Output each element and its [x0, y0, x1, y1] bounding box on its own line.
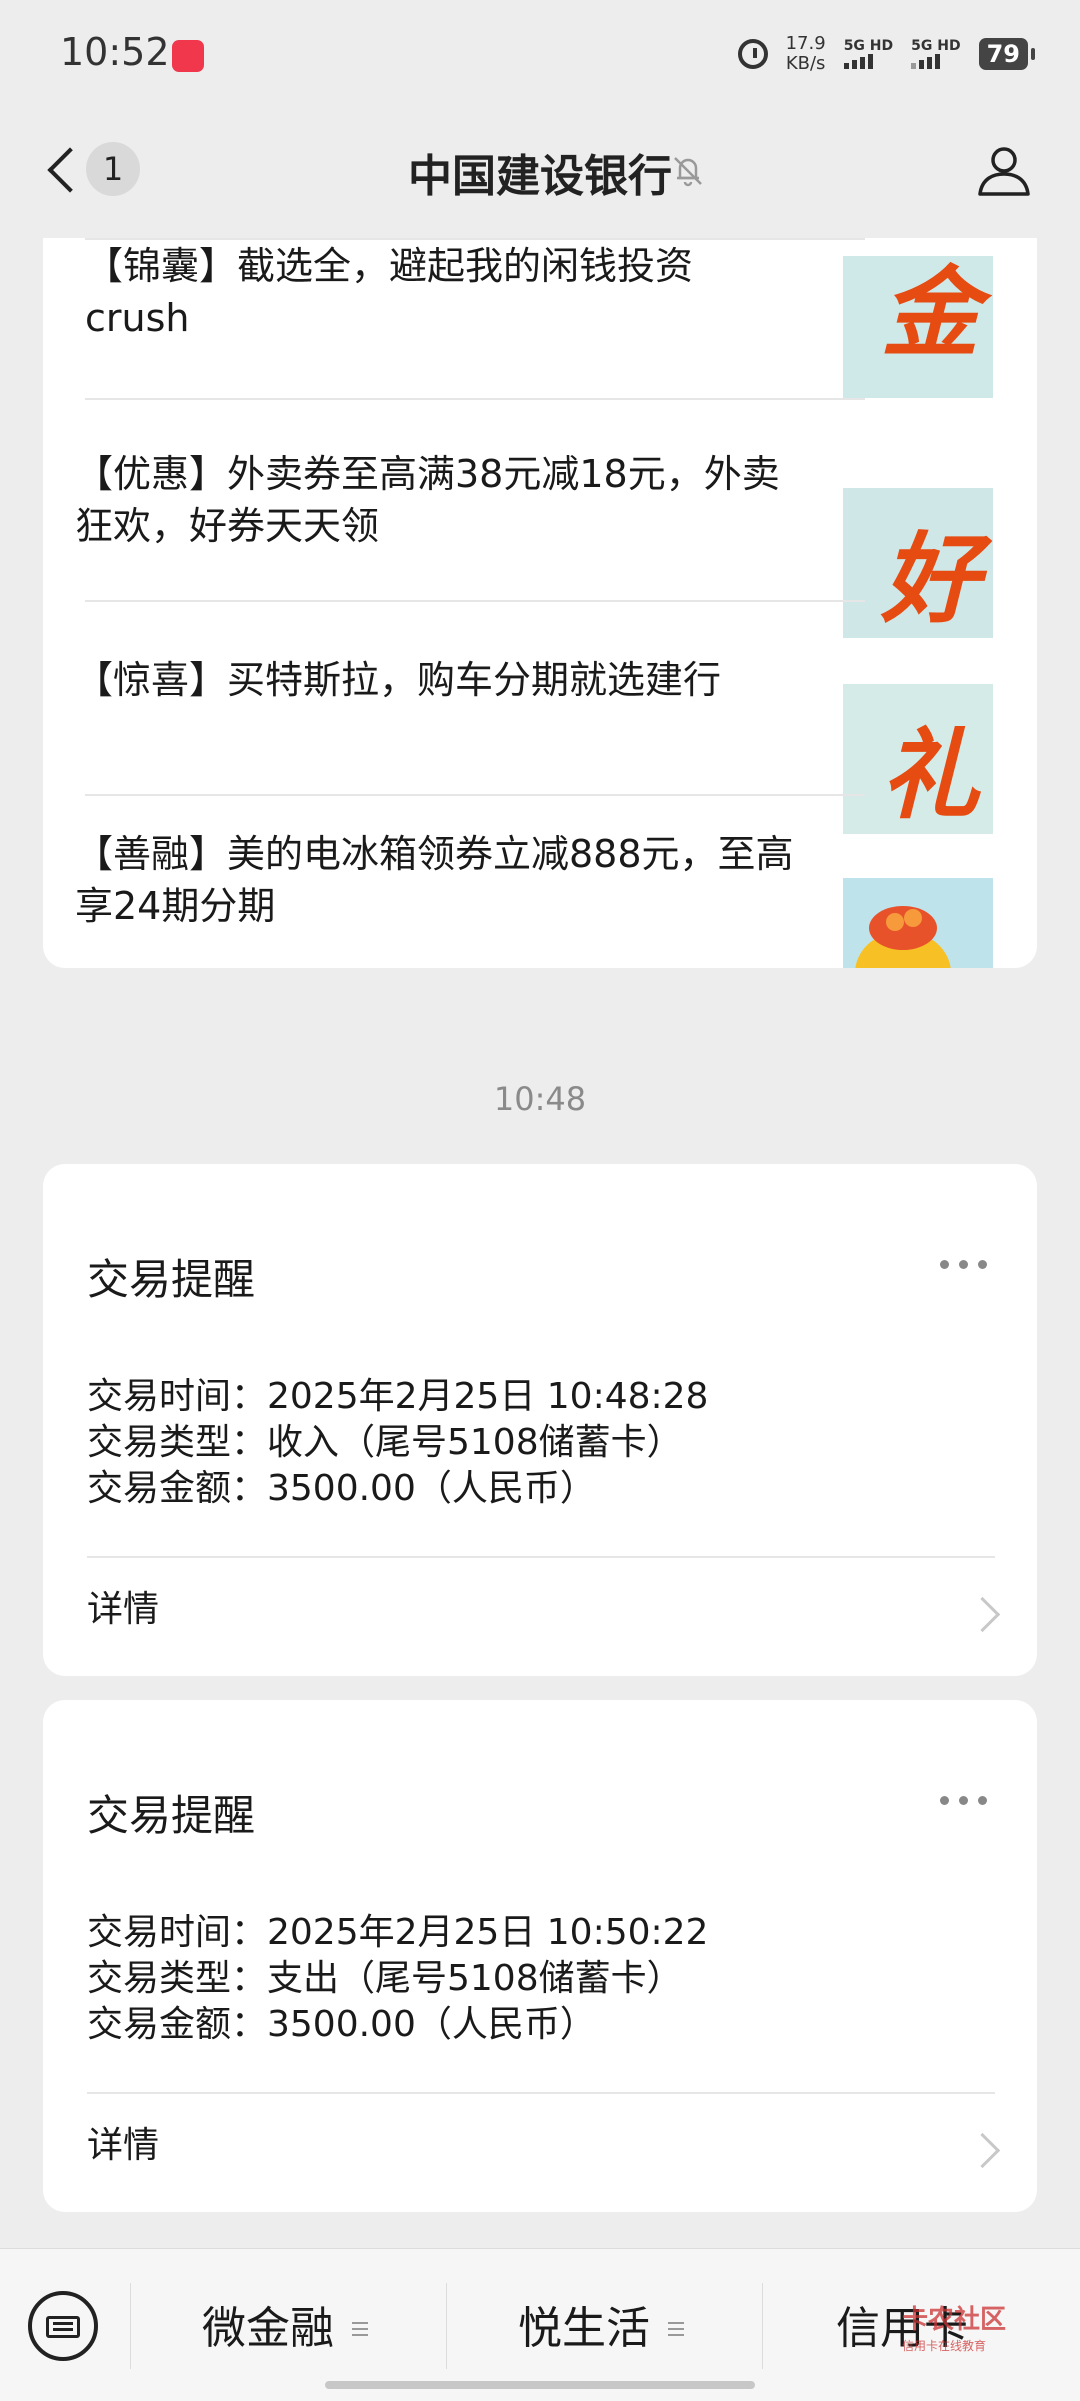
transaction-amount: 交易金额：3500.00（人民币） — [87, 1468, 596, 1509]
transaction-info: 交易时间：2025年2月25日 10:50:22 交易类型：支出（尾号5108储… — [87, 1910, 708, 2048]
transaction-card[interactable]: 交易提醒 交易时间：2025年2月25日 10:48:28 交易类型：收入（尾号… — [43, 1164, 1037, 1676]
net-speed-unit: KB/s — [785, 53, 826, 74]
transaction-type: 交易类型：支出（尾号5108储蓄卡） — [87, 1958, 683, 1999]
chevron-right-icon — [964, 2132, 1001, 2169]
detail-link[interactable]: 详情 — [87, 1584, 159, 1636]
profile-icon[interactable] — [976, 142, 1032, 198]
chevron-right-icon — [964, 1596, 1001, 1633]
watermark-text: 卡农社区 — [902, 2305, 1007, 2335]
transaction-amount: 交易金额：3500.00（人民币） — [87, 2004, 596, 2045]
app-notification-icon — [172, 40, 204, 72]
message-list[interactable]: 【锦囊】截选全，避起我的闲钱投资crush .news-item.sep:nth… — [0, 238, 1080, 2248]
divider — [85, 794, 865, 796]
status-bar: 10:52 17.9 KB/s 5G HD 5G HD 79 — [0, 0, 1080, 110]
watermark-subtext: 信用卡在线教育 — [902, 2339, 987, 2353]
home-indicator[interactable] — [325, 2381, 755, 2389]
transaction-type: 交易类型：收入（尾号5108储蓄卡） — [87, 1422, 683, 1463]
divider — [87, 2092, 995, 2094]
sim1-signal-icon: 5G HD — [843, 38, 894, 69]
message-timestamp: 10:48 — [493, 1080, 587, 1118]
alarm-icon — [737, 39, 768, 69]
status-indicators: 17.9 KB/s 5G HD 5G HD 79 — [737, 34, 1036, 74]
transaction-title: 交易提醒 — [87, 1791, 256, 1840]
battery-icon: 79 — [978, 38, 1036, 70]
sim2-signal-icon: 5G HD — [911, 38, 961, 69]
sim1-label: 5G HD — [843, 38, 894, 54]
menu-item-finance[interactable]: 微金融 — [202, 2289, 368, 2369]
watermark: 卡农社区 信用卡在线教育 — [902, 2307, 1006, 2359]
menu-item-label: 微金融 — [202, 2303, 334, 2354]
divider — [87, 1556, 995, 1558]
net-speed-value: 17.9 — [785, 33, 826, 54]
divider — [130, 2283, 131, 2369]
more-options-icon[interactable] — [940, 1796, 987, 1805]
divider — [446, 2283, 447, 2369]
divider — [85, 600, 865, 602]
thumb-text: 好 — [881, 522, 980, 637]
mute-bell-icon — [674, 157, 702, 187]
transaction-card[interactable]: 交易提醒 交易时间：2025年2月25日 10:50:22 交易类型：支出（尾号… — [43, 1700, 1037, 2212]
page-title: 中国建设银行 — [408, 151, 672, 202]
news-item-text: 【锦囊】截选全，避起我的闲钱投资crush — [85, 244, 694, 340]
chat-header: 1 中国建设银行 — [0, 110, 1080, 238]
transaction-title: 交易提醒 — [87, 1255, 256, 1304]
news-thumbnail[interactable]: 礼 — [843, 684, 993, 834]
detail-link[interactable]: 详情 — [87, 2120, 159, 2172]
divider — [762, 2283, 763, 2369]
net-speed: 17.9 KB/s — [786, 34, 826, 74]
keyboard-icon[interactable] — [28, 2291, 98, 2361]
transaction-time: 交易时间：2025年2月25日 10:50:22 — [87, 1912, 709, 1953]
news-item-text: 【善融】美的电冰箱领券立减888元，至高享24期分期 — [75, 832, 794, 928]
news-thumbnail[interactable]: 金 — [843, 256, 993, 398]
news-thumbnail[interactable] — [843, 878, 993, 968]
bottom-menu-bar: 微金融 悦生活 信用卡 卡农社区 信用卡在线教育 — [0, 2248, 1080, 2401]
transaction-time: 交易时间：2025年2月25日 10:48:28 — [87, 1376, 709, 1417]
transaction-info: 交易时间：2025年2月25日 10:48:28 交易类型：收入（尾号5108储… — [87, 1374, 708, 1512]
thumb-text: 礼 — [881, 718, 980, 833]
submenu-icon — [352, 2322, 368, 2336]
gift-bag-icon — [855, 906, 951, 968]
news-item[interactable]: 【锦囊】截选全，避起我的闲钱投资crush — [85, 238, 865, 400]
news-item-text: 【优惠】外卖券至高满38元减18元，外卖狂欢，好券天天领 — [75, 452, 780, 548]
menu-item-life[interactable]: 悦生活 — [518, 2289, 684, 2369]
sim2-label: 5G HD — [911, 38, 961, 54]
news-item-text: 【惊喜】买特斯拉，购车分期就选建行 — [75, 658, 722, 702]
menu-item-label: 悦生活 — [518, 2303, 650, 2354]
status-time: 10:52 — [60, 30, 170, 74]
more-options-icon[interactable] — [940, 1260, 987, 1269]
submenu-icon — [668, 2322, 684, 2336]
news-thumbnail[interactable]: 好 — [843, 488, 993, 638]
news-card: 【锦囊】截选全，避起我的闲钱投资crush .news-item.sep:nth… — [43, 238, 1037, 968]
thumb-text: 金 — [881, 256, 980, 371]
divider — [85, 238, 865, 240]
